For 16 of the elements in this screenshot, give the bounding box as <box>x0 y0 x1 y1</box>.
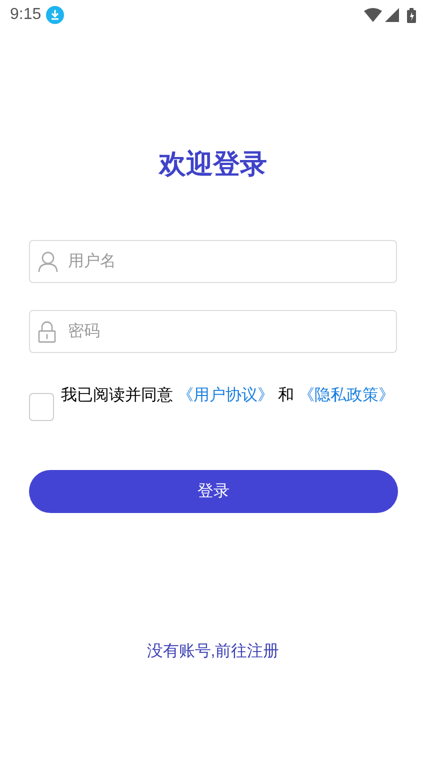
status-time: 9:15 <box>10 5 42 25</box>
login-button[interactable]: 登录 <box>29 470 398 513</box>
wifi-icon <box>364 8 382 22</box>
download-icon <box>46 6 64 24</box>
page-title: 欢迎登录 <box>159 148 267 181</box>
register-link[interactable]: 没有账号,前往注册 <box>146 640 280 664</box>
password-field[interactable]: 密码 <box>29 310 397 353</box>
person-icon <box>38 251 58 273</box>
lock-icon <box>38 321 56 343</box>
signal-icon <box>385 8 399 22</box>
policy-link[interactable]: 《隐私政策》 <box>298 387 394 404</box>
policy-link[interactable]: 《用户协议》 <box>177 387 274 404</box>
agreement-checkbox[interactable] <box>29 393 54 421</box>
username-field[interactable]: 用户名 <box>29 240 397 283</box>
agreement-text: 我已阅读并同意 《用户协议》 和 《隐私政策》 <box>61 386 394 406</box>
battery-icon <box>407 8 416 22</box>
